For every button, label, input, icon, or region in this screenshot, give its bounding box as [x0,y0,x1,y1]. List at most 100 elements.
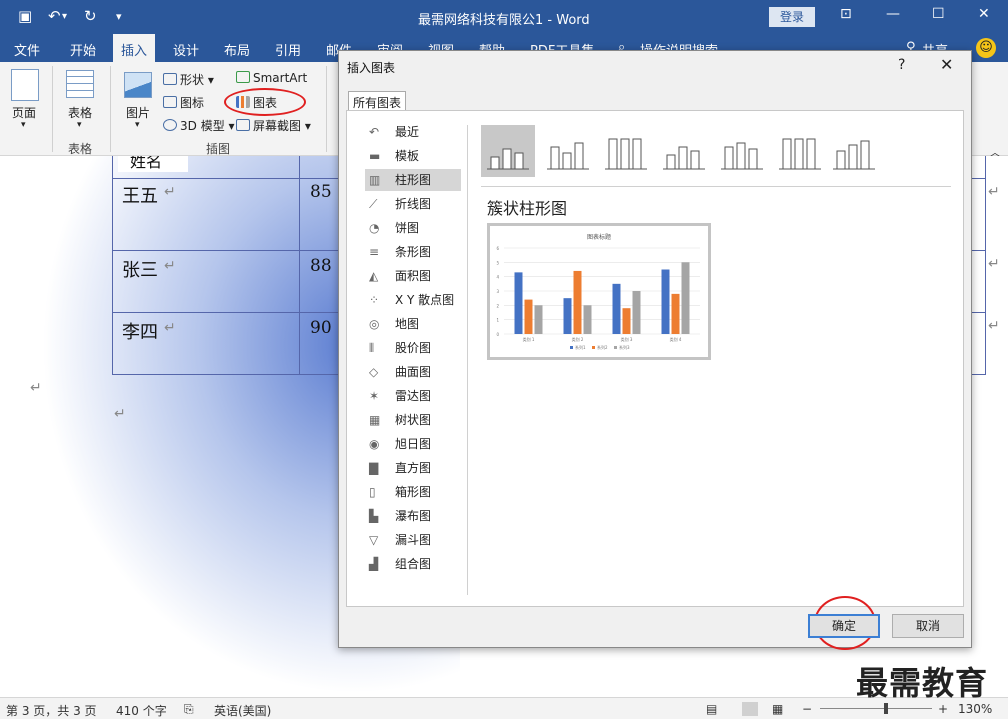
chart-highlight-oval [224,88,306,116]
customize-quick-access-icon[interactable]: ▾ [116,10,122,23]
table-dropdown-icon[interactable]: ▾ [77,120,82,130]
smartart-button[interactable]: SmartArt [236,71,307,85]
close-dialog-button[interactable]: ✕ [940,55,953,74]
picture-dropdown-icon[interactable]: ▾ [135,120,140,130]
chart-title: 图表标题 [587,233,611,241]
tab-design[interactable]: 设计 [173,40,199,59]
zoom-slider-thumb[interactable] [884,703,888,714]
icons-button[interactable]: 图标 [163,94,204,111]
paragraph-mark: ↵ [988,318,1000,334]
chart-category-item[interactable]: ◭ 面积图 [365,265,461,287]
chart-category-item[interactable]: ▇ 直方图 [365,457,461,479]
screenshot-button[interactable]: 屏幕截图 ▾ [236,117,311,134]
chart-category-item[interactable]: ▦ 树状图 [365,409,461,431]
3d-model-icon [163,119,177,131]
redo-icon[interactable]: ↻ [84,7,97,25]
tab-layout[interactable]: 布局 [224,40,250,59]
legend-label: 系列2 [597,344,608,350]
paragraph-mark: ↵ [164,184,176,200]
language-indicator[interactable]: 英语(美国) [214,702,271,719]
undo-icon[interactable]: ↶ [48,7,61,25]
category-label: 雷达图 [395,389,432,403]
chart-category-item[interactable]: ◇ 曲面图 [365,361,461,383]
ok-button[interactable]: 确定 [808,614,880,638]
chart-category-item[interactable]: ↶ 最近 [365,121,461,143]
y-tick-label: 4 [496,275,499,280]
picture-icon[interactable] [124,72,152,98]
chart-category-item[interactable]: ≡ 条形图 [365,241,461,263]
divider [467,125,468,595]
pages-label[interactable]: 页面 [12,104,36,121]
chart-category-item[interactable]: ◎ 地图 [365,313,461,335]
chart-preview[interactable]: 图表标题 0 1 2 3 4 5 6 类别 1 类别 2 类别 3 类别 4 系列1 系列2 系列3 [487,223,711,360]
category-icon: ↶ [369,125,380,139]
chart-category-item[interactable]: ◉ 旭日图 [365,433,461,455]
cancel-button[interactable]: 取消 [892,614,964,638]
tab-all-charts[interactable]: 所有图表 [348,91,407,111]
chart-category-item[interactable]: ⁘ X Y 散点图 [365,289,461,311]
help-button[interactable]: ? [898,57,905,73]
zoom-slider[interactable] [820,708,932,709]
chart-category-item[interactable]: ⟋ 折线图 [365,193,461,215]
tab-insert[interactable]: 插入 [113,34,156,62]
paragraph-mark: ↵ [164,258,176,274]
close-window-icon[interactable]: ✕ [978,6,990,22]
table-icon[interactable] [66,70,94,98]
chart-category-item[interactable]: ▽ 漏斗图 [365,529,461,551]
ribbon-display-icon[interactable]: ⊡ [840,6,852,22]
3d-model-button[interactable]: 3D 模型 ▾ [163,117,235,134]
bar [612,283,621,334]
paragraph-mark: ↵ [988,184,1000,200]
watermark: 最需教育 [856,664,989,702]
zoom-out-icon[interactable]: − [802,702,812,716]
picture-button[interactable]: 图片 [126,104,150,121]
tab-home[interactable]: 开始 [70,40,96,59]
pages-dropdown-icon[interactable]: ▾ [21,120,26,130]
web-layout-icon[interactable]: ▦ [772,702,783,716]
page-indicator[interactable]: 第 3 页，共 3 页 [6,702,97,719]
shapes-button[interactable]: 形状 ▾ [163,71,214,88]
category-label: 折线图 [395,197,432,211]
category-label: 漏斗图 [395,533,432,547]
minimize-icon[interactable]: — [886,6,900,22]
read-mode-icon[interactable]: ▤ [706,702,717,716]
category-label: 箱形图 [395,485,432,499]
category-icon: ▦ [369,413,381,427]
chart-category-item[interactable]: ▙ 瀑布图 [365,505,461,527]
subtype-bar [574,142,584,170]
category-label: 股价图 [395,341,432,355]
table-border [972,250,986,251]
print-layout-icon[interactable] [742,702,758,716]
chart-category-item[interactable]: ▯ 箱形图 [365,481,461,503]
chart-category-item[interactable]: ✶ 雷达图 [365,385,461,407]
category-label: 瀑布图 [395,509,432,523]
chart-category-item[interactable]: ◔ 饼图 [365,217,461,239]
legend-swatch [614,346,617,349]
page-icon[interactable] [11,69,39,101]
category-label: 柱形图 [395,173,432,187]
feedback-smiley-icon[interactable]: ☺ [976,38,996,58]
tab-references[interactable]: 引用 [275,40,301,59]
dialog-panel: ↶ 最近 ▬ 模板 ▥ 柱形图 ⟋ 折线图 ◔ 饼图 ≡ 条形图 ◭ 面积图 ⁘ X Y 散点图 ◎ 地图 ⫴ 股价图… [346,110,964,607]
x-tick-label: 类别 4 [670,336,682,342]
chart-category-item[interactable]: ▥ 柱形图 [365,169,461,191]
tab-file[interactable]: 文件 [14,40,40,59]
subtype-bar [490,156,500,170]
save-icon[interactable]: ▣ [18,7,32,25]
login-button[interactable]: 登录 [769,7,815,27]
table-button[interactable]: 表格 [68,104,92,121]
word-count[interactable]: 410 个字 [116,702,167,719]
table-group-label: 表格 [68,142,93,156]
chart-category-item[interactable]: ▬ 模板 [365,145,461,167]
maximize-icon[interactable]: ☐ [932,6,945,22]
zoom-in-icon[interactable]: + [938,702,948,716]
table-border [112,312,340,313]
chart-category-item[interactable]: ⫴ 股价图 [365,337,461,359]
chart-category-item[interactable]: ▟ 组合图 [365,553,461,575]
undo-dropdown-icon[interactable]: ▾ [62,11,67,22]
shapes-label: 形状 [180,73,205,87]
icons-label: 图标 [180,96,205,110]
zoom-level[interactable]: 130% [958,702,992,716]
category-icon: ≡ [369,245,380,259]
proofing-icon[interactable]: ⎘ [184,702,194,717]
